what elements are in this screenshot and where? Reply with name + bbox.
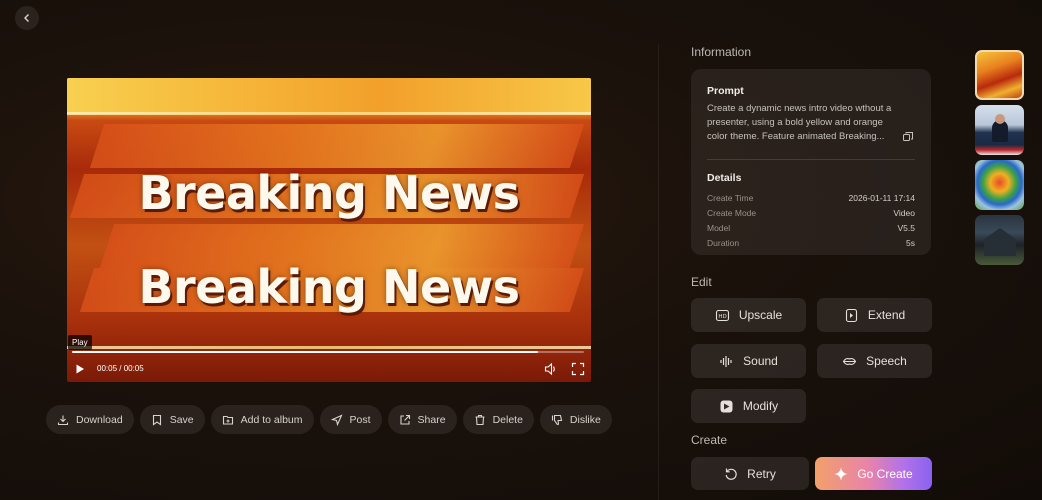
svg-text:HD: HD (718, 314, 726, 320)
detail-row-create-time: Create Time 2026-01-11 17:14 (707, 193, 915, 203)
share-icon (399, 414, 410, 425)
information-card: Prompt Create a dynamic news intro video… (691, 69, 931, 255)
thumbnail-hot-air-balloon[interactable] (975, 160, 1024, 210)
modify-icon (720, 400, 733, 412)
share-button[interactable]: Share (387, 405, 457, 434)
action-bar: Download Save Add to album Post Share De… (46, 405, 612, 434)
panel-divider (658, 44, 659, 500)
detail-key: Create Mode (707, 208, 757, 218)
video-progress-bar[interactable] (72, 351, 584, 353)
video-player[interactable]: Breaking News Breaking News (67, 78, 591, 382)
bookmark-icon (152, 414, 161, 426)
detail-value: V5.5 (897, 223, 916, 233)
play-icon[interactable] (74, 363, 86, 375)
back-button[interactable] (15, 6, 39, 30)
post-button[interactable]: Post (319, 405, 382, 434)
send-icon (330, 413, 343, 426)
video-band (89, 124, 585, 168)
go-create-label: Go Create (857, 466, 913, 481)
detail-row-duration: Duration 5s (707, 238, 915, 248)
upscale-button[interactable]: HD Upscale (691, 298, 806, 332)
download-icon (57, 415, 69, 425)
extend-label: Extend (867, 308, 906, 322)
sound-label: Sound (743, 354, 778, 368)
video-top-banner (67, 78, 591, 114)
house-silhouette (984, 228, 1016, 256)
volume-icon[interactable] (544, 362, 558, 376)
speech-label: Speech (866, 354, 907, 368)
upscale-label: Upscale (738, 308, 783, 322)
video-headline-bottom: Breaking News (138, 260, 520, 314)
edit-title: Edit (691, 275, 712, 289)
share-label: Share (417, 413, 446, 426)
add-to-album-label: Add to album (240, 413, 303, 426)
copy-icon[interactable] (902, 131, 914, 143)
detail-value: 2026-01-11 17:14 (848, 193, 915, 203)
detail-value: Video (893, 208, 915, 218)
video-divider-line (67, 112, 591, 115)
detail-row-create-mode: Create Mode Video (707, 208, 915, 218)
detail-key: Model (707, 223, 731, 233)
retry-label: Retry (747, 466, 776, 481)
detail-key: Duration (707, 238, 740, 248)
detail-key: Create Time (707, 193, 754, 203)
trash-icon (475, 414, 485, 425)
extend-button[interactable]: Extend (817, 298, 932, 332)
add-to-album-button[interactable]: Add to album (210, 405, 314, 434)
album-add-icon (222, 415, 233, 425)
modify-button[interactable]: Modify (691, 389, 806, 423)
details-label: Details (707, 172, 742, 184)
delete-label: Delete (492, 413, 523, 426)
detail-row-model: Model V5.5 (707, 223, 915, 233)
thumbnail-news-anchor[interactable] (975, 105, 1024, 155)
anchor-head (995, 114, 1005, 124)
download-button[interactable]: Download (46, 405, 134, 434)
save-button[interactable]: Save (139, 405, 205, 434)
extend-icon (845, 308, 857, 322)
dislike-button[interactable]: Dislike (539, 405, 612, 434)
card-separator (707, 159, 915, 160)
prompt-label: Prompt (707, 85, 744, 97)
chevron-left-icon (24, 14, 29, 22)
go-create-button[interactable]: Go Create (815, 457, 932, 490)
thumbnail-house-night[interactable] (975, 215, 1024, 265)
sparkle-icon (834, 467, 848, 480)
modify-label: Modify (742, 399, 779, 413)
retry-button[interactable]: Retry (691, 457, 809, 490)
download-label: Download (76, 413, 123, 426)
dislike-label: Dislike (569, 413, 601, 426)
speech-button[interactable]: Speech (817, 344, 932, 378)
save-label: Save (169, 413, 194, 426)
video-progress-fill (72, 351, 538, 353)
video-divider-line (67, 346, 591, 349)
create-title: Create (691, 433, 728, 447)
sound-button[interactable]: Sound (691, 344, 806, 378)
fullscreen-icon[interactable] (571, 362, 585, 376)
detail-value: 5s (906, 238, 915, 248)
hd-icon: HD (715, 309, 729, 321)
retry-icon (725, 468, 737, 480)
thumbs-down-icon (551, 414, 563, 425)
video-headline-top: Breaking News (138, 166, 520, 220)
post-label: Post (349, 413, 371, 426)
play-tooltip: Play (68, 335, 92, 350)
thumbnail-breaking-news[interactable] (975, 50, 1024, 100)
information-title: Information (691, 45, 752, 59)
video-time: 00:05 / 00:05 (97, 364, 144, 373)
delete-button[interactable]: Delete (462, 405, 534, 434)
prompt-text: Create a dynamic news intro video wthout… (707, 103, 892, 142)
lips-icon (842, 357, 857, 365)
sound-wave-icon (720, 355, 732, 367)
